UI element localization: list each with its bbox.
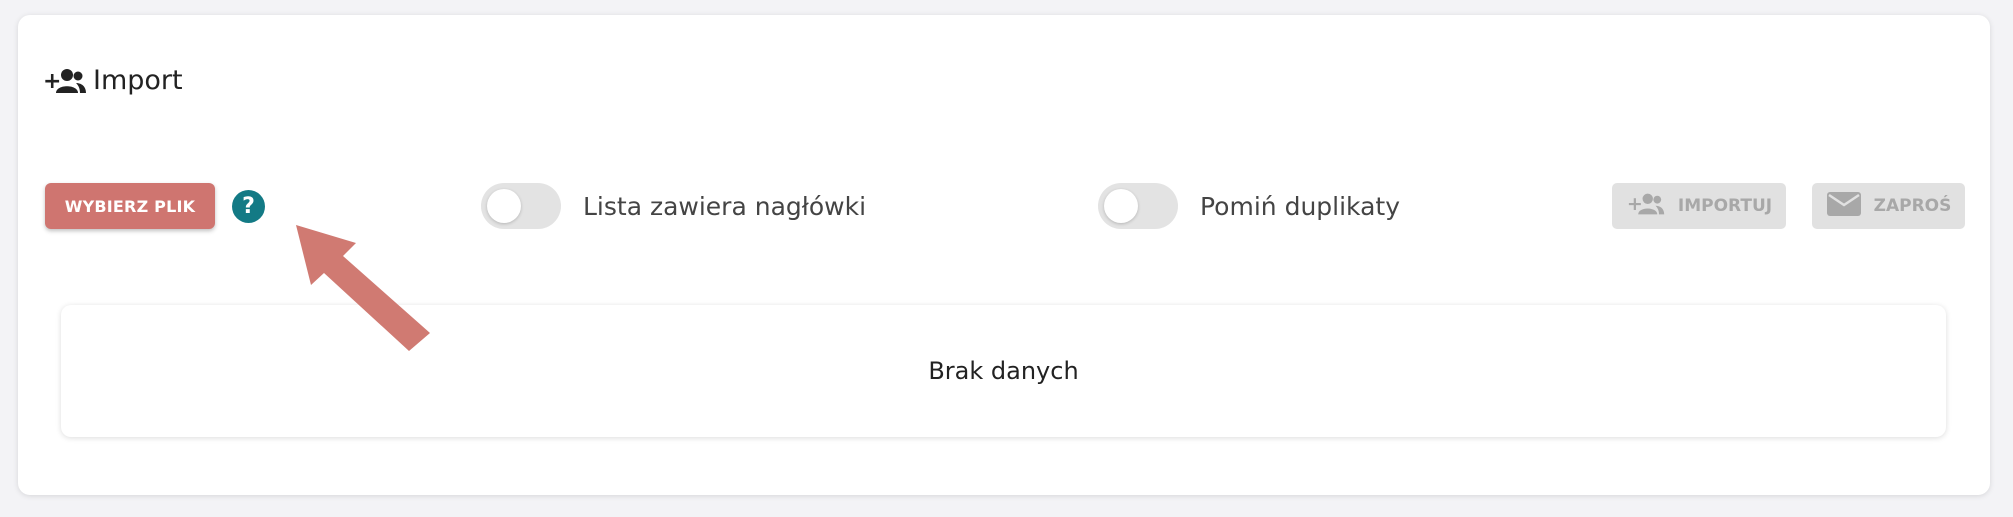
page-title: + Import [43,65,183,96]
toggle-knob [1104,189,1138,223]
skip-duplicates-label: Pomiń duplikaty [1200,191,1400,221]
pointer-arrow-icon [286,220,436,359]
choose-file-button[interactable]: WYBIERZ PLIK [45,183,215,229]
title-text: Import [93,65,183,96]
import-button[interactable]: + IMPORTUJ [1612,183,1786,229]
skip-duplicates-toggle[interactable] [1098,183,1178,229]
add-users-icon: + [1626,191,1666,222]
invite-button[interactable]: ZAPROŚ [1812,183,1965,229]
headers-toggle-group: Lista zawiera nagłówki [481,183,866,229]
invite-button-label: ZAPROŚ [1873,196,1952,216]
import-card: + Import WYBIERZ PLIK ? Lista zawiera na… [18,15,1990,495]
question-icon[interactable]: ? [232,190,265,223]
headers-toggle-label: Lista zawiera nagłówki [583,191,867,221]
add-users-icon: + [43,66,87,96]
empty-state-text: Brak danych [928,357,1079,385]
import-button-label: IMPORTUJ [1677,196,1773,216]
duplicates-toggle-group: Pomiń duplikaty [1098,183,1400,229]
headers-toggle[interactable] [481,183,561,229]
toggle-knob [487,189,521,223]
mail-icon [1826,190,1862,223]
